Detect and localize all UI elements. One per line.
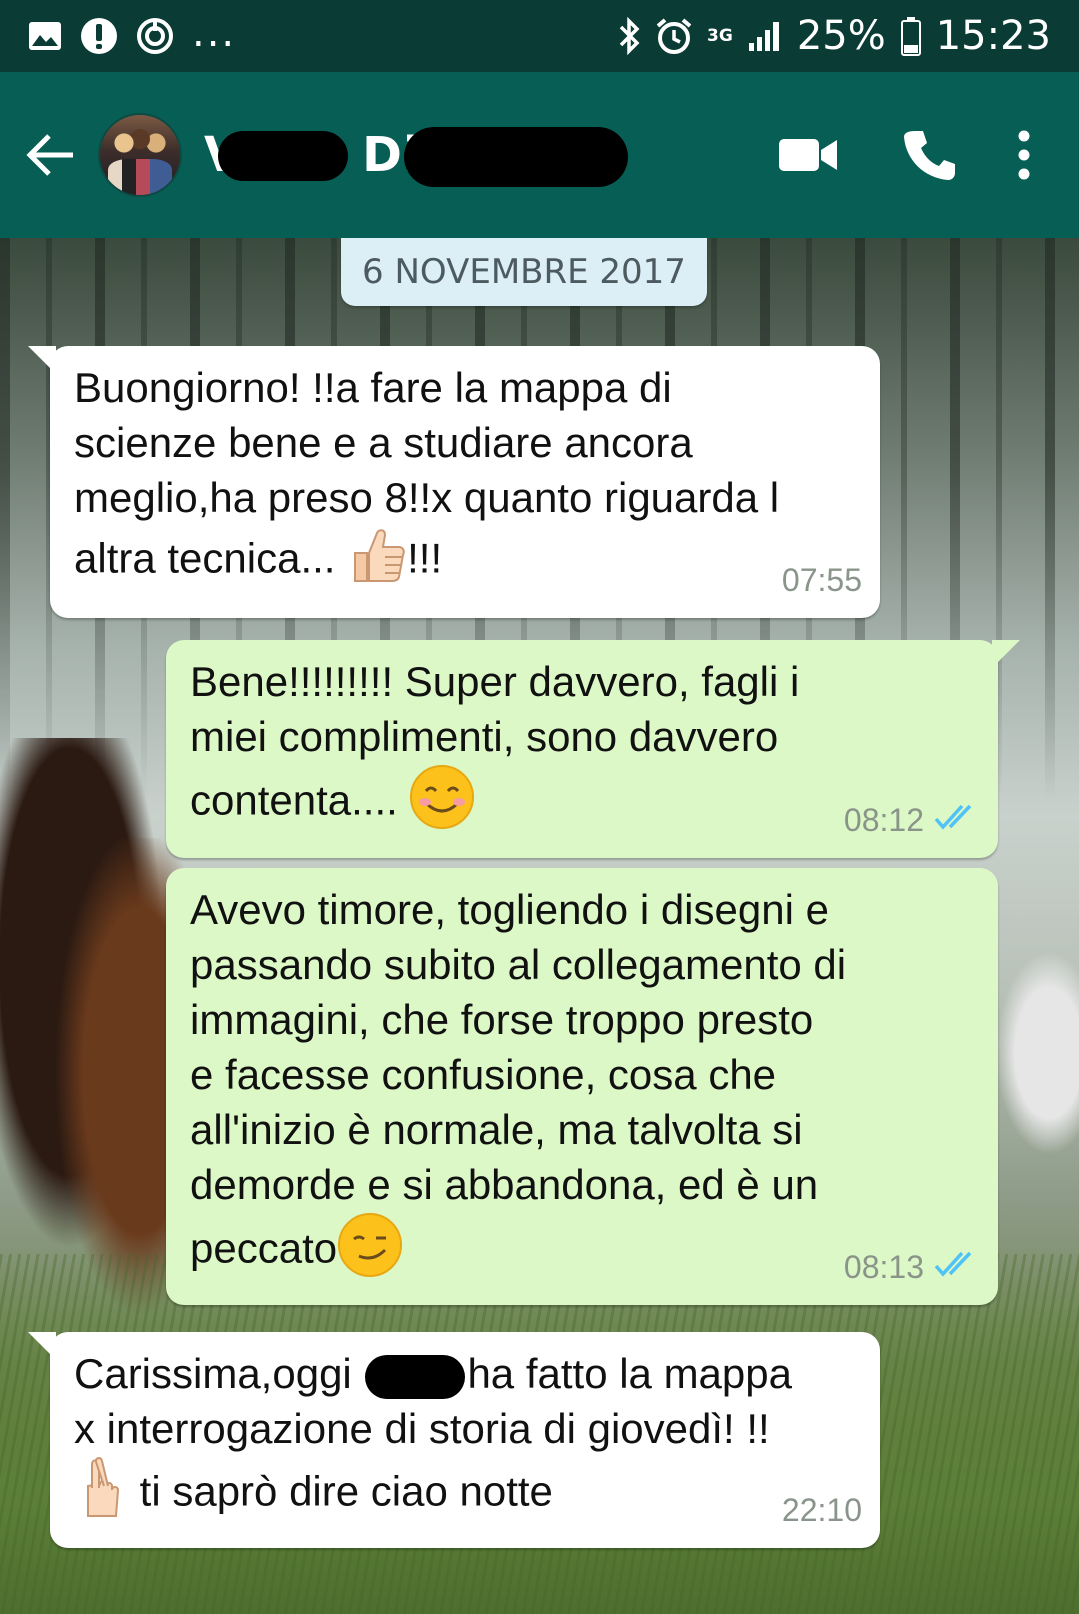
message-outgoing[interactable]: Avevo timore, togliendo i disegni e pass… <box>166 868 998 1305</box>
message-text-suffix: ti saprò dire ciao notte <box>128 1467 553 1515</box>
phone-icon[interactable] <box>869 105 989 205</box>
signal-icon <box>747 19 783 53</box>
contact-avatar[interactable] <box>98 113 182 197</box>
video-call-icon[interactable] <box>749 105 869 205</box>
system-icons: 3G 25% 15:23 <box>617 13 1051 59</box>
message-meta: 08:13 <box>844 1240 980 1295</box>
redaction-mark <box>404 127 628 187</box>
read-ticks-icon <box>934 1240 980 1295</box>
notification-icons: ... <box>28 10 236 56</box>
redaction-mark <box>218 131 348 181</box>
clock: 15:23 <box>935 13 1051 59</box>
date-separator: 6 NOVEMBRE 2017 <box>341 238 707 306</box>
sync-icon <box>136 17 174 55</box>
redaction-mark <box>365 1354 466 1399</box>
smiling-face-emoji-icon <box>409 764 475 843</box>
bubble-tail <box>28 346 56 374</box>
more-notifications: ... <box>192 10 237 56</box>
bubble-tail <box>28 1332 56 1360</box>
read-ticks-icon <box>934 793 980 848</box>
gallery-icon <box>28 21 62 51</box>
chat-toolbar: V Di <box>0 72 1079 238</box>
message-time: 08:13 <box>843 1249 924 1285</box>
message-text-suffix: !!! <box>407 534 443 582</box>
message-time: 07:55 <box>781 562 862 598</box>
battery-percent: 25% <box>796 13 886 59</box>
contact-name[interactable]: V Di <box>204 105 628 205</box>
bubble-tail <box>992 640 1020 668</box>
battery-icon <box>900 16 922 56</box>
message-time: 22:10 <box>781 1492 862 1528</box>
back-arrow-icon[interactable] <box>20 125 80 185</box>
message-text: Bene!!!!!!!!! Super davvero, fagli i mie… <box>190 658 800 824</box>
crossed-fingers-emoji-icon <box>74 1456 128 1533</box>
message-meta: 22:10 <box>782 1483 862 1538</box>
thumbs-up-emoji-icon <box>347 525 407 598</box>
message-outgoing[interactable]: Bene!!!!!!!!! Super davvero, fagli i mie… <box>166 640 1020 858</box>
wallpaper-horse <box>989 938 1079 1168</box>
bluetooth-icon <box>617 17 641 55</box>
winking-face-emoji-icon <box>337 1212 403 1291</box>
network-type: 3G <box>707 26 733 46</box>
message-incoming[interactable]: Carissima,oggi ha fatto la mappa x inter… <box>28 1332 880 1548</box>
message-time: 08:12 <box>843 802 924 838</box>
status-bar: ... 3G 25% 15:23 <box>0 0 1079 72</box>
alarm-icon <box>655 17 693 55</box>
message-incoming[interactable]: Buongiorno! !!a fare la mappa di scienze… <box>28 346 880 618</box>
more-vert-icon[interactable] <box>989 105 1059 205</box>
message-meta: 07:55 <box>782 553 862 608</box>
message-text-prefix: Carissima,oggi <box>74 1350 364 1397</box>
chat-area[interactable]: 6 NOVEMBRE 2017 Buongiorno! !!a fare la … <box>0 238 1079 1614</box>
alert-icon <box>80 17 118 55</box>
message-text: Avevo timore, togliendo i disegni e pass… <box>190 886 847 1272</box>
message-meta: 08:12 <box>844 793 980 848</box>
